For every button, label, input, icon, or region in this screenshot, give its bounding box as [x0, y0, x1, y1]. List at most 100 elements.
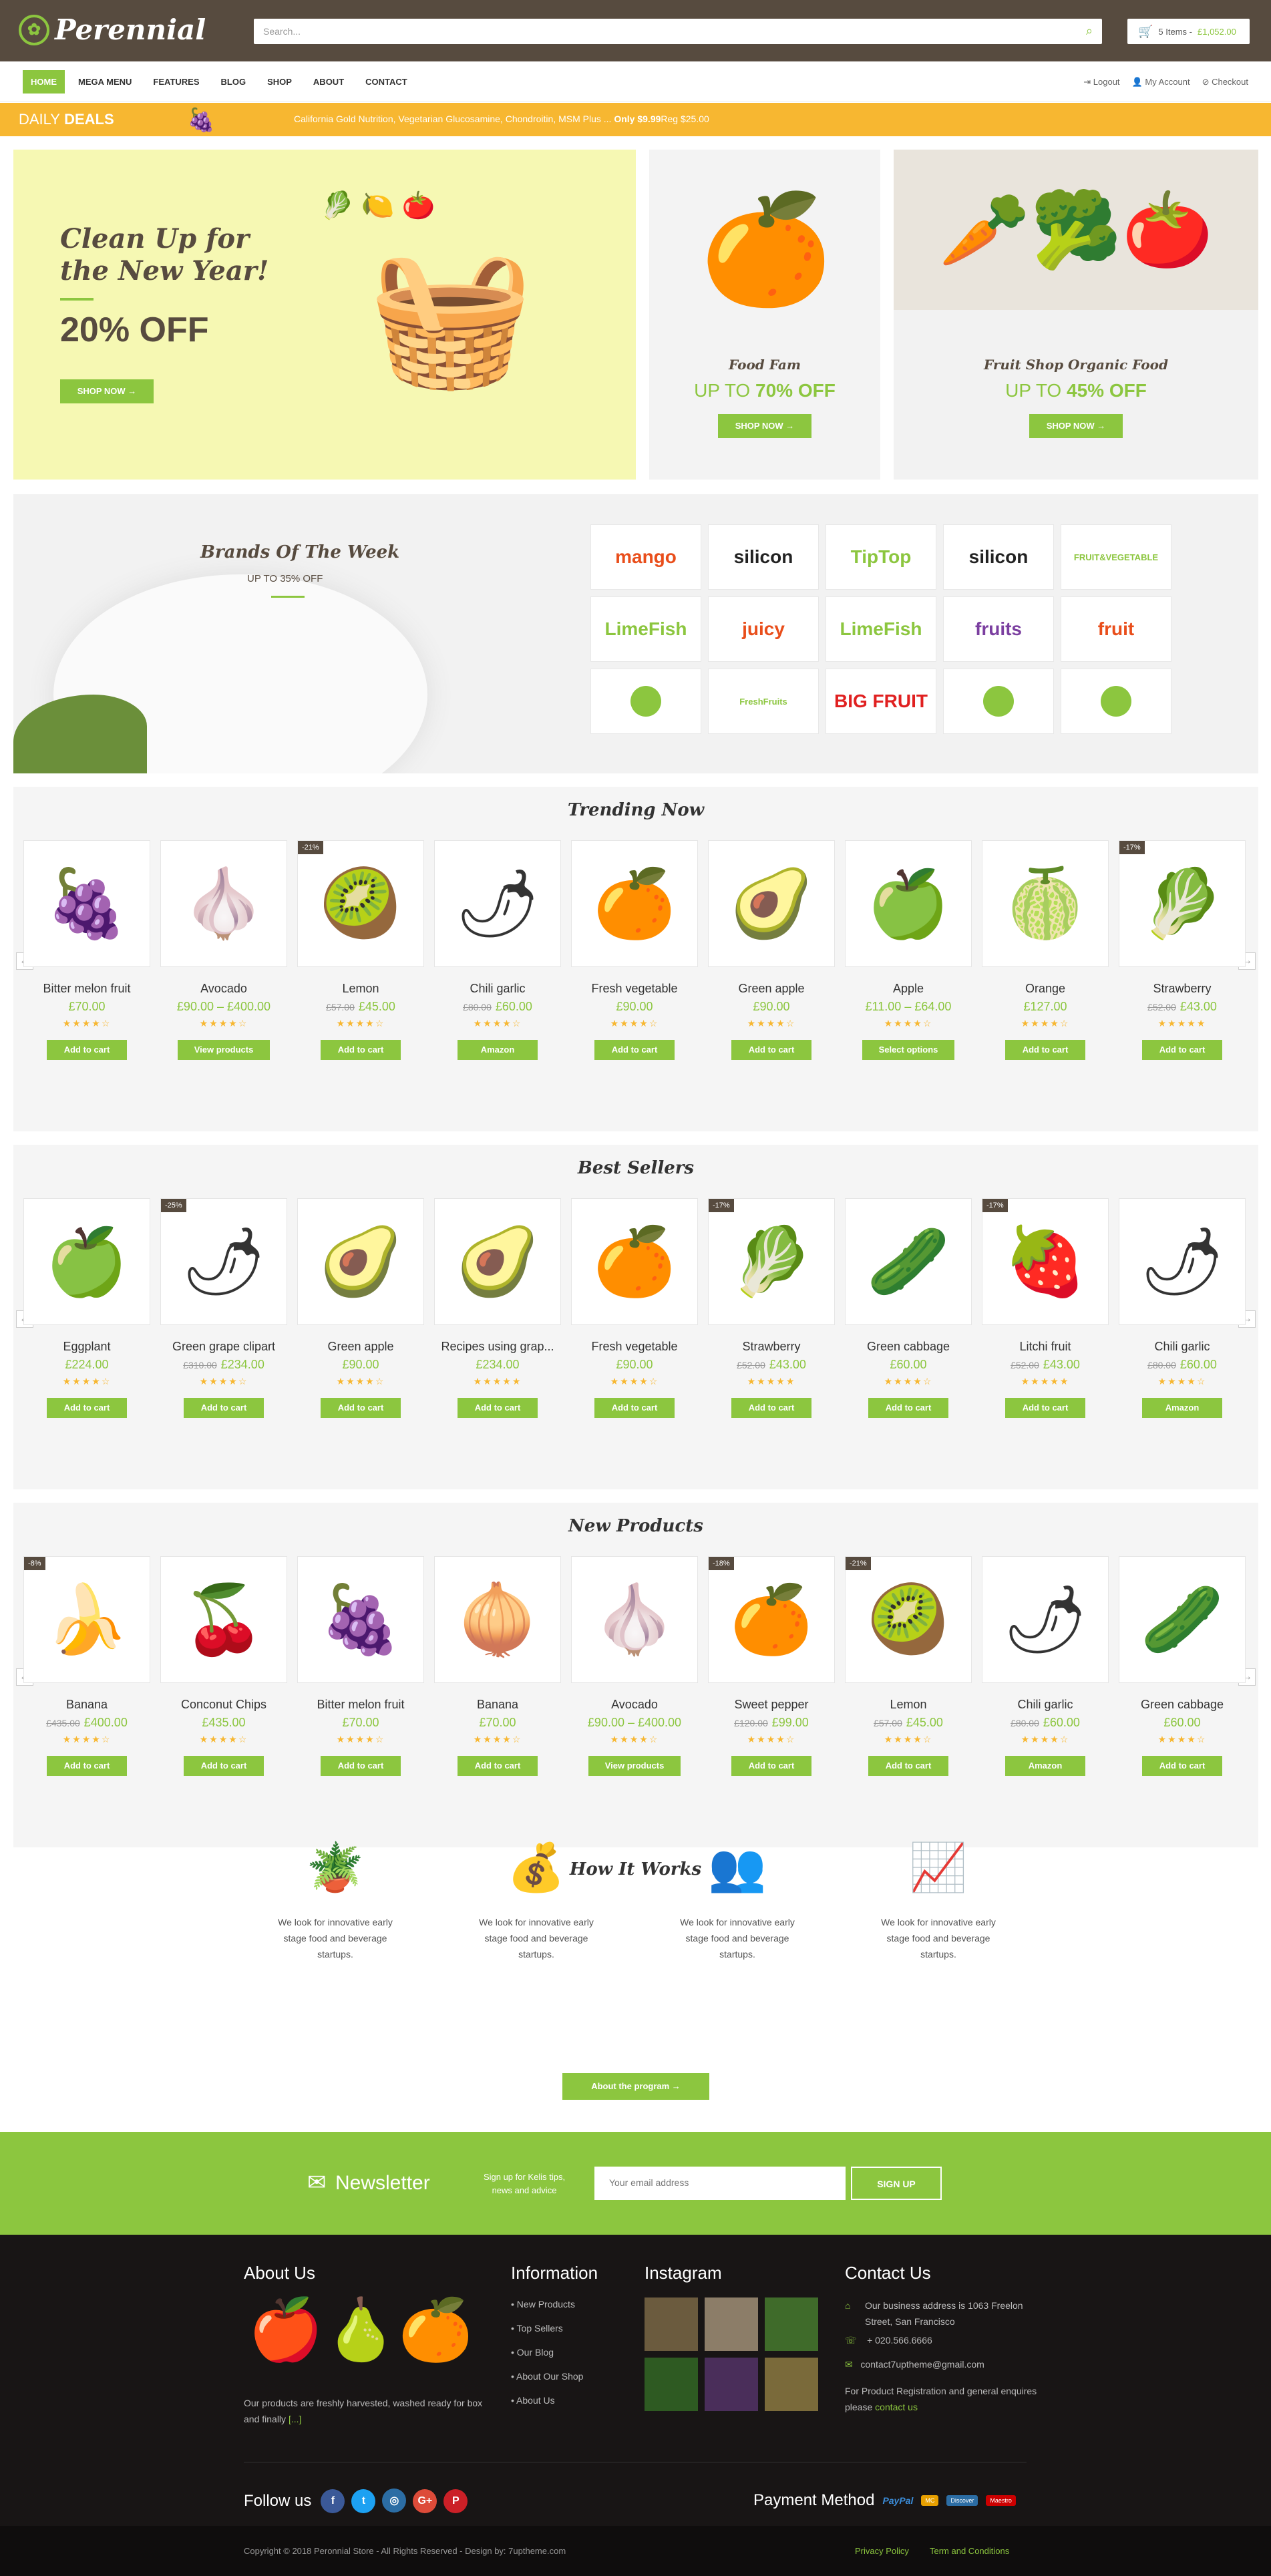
add-to-cart-button[interactable]: Add to cart — [594, 1398, 675, 1418]
product-name[interactable]: Conconut Chips — [160, 1698, 287, 1712]
add-to-cart-button[interactable]: View products — [588, 1756, 681, 1776]
logo[interactable]: ✿ Perennial — [19, 13, 206, 46]
product-card[interactable]: 🍇 Bitter melon fruit £70.00 ★★★★☆ Add to car… — [297, 1556, 424, 1776]
product-card[interactable]: 🍌 -8% Banana £435.00 £400.00 ★★★★☆ Add to cart — [23, 1556, 150, 1776]
product-image[interactable]: 🍊 — [571, 1198, 698, 1325]
shop-now-button[interactable]: SHOP NOW → — [60, 379, 154, 403]
product-image[interactable]: 🍌 -8% — [23, 1556, 150, 1683]
instagram-photo[interactable] — [765, 2358, 818, 2411]
product-name[interactable]: Chili garlic — [434, 982, 561, 996]
product-image[interactable]: 🍊 — [571, 840, 698, 967]
about-program-button[interactable]: About the program → — [562, 2073, 709, 2100]
instagram-photo[interactable] — [705, 2297, 758, 2351]
product-card[interactable]: 🥑 Recipes using grap... £234.00 ★★★★★ Add to… — [434, 1198, 561, 1418]
banner-new-year[interactable]: Clean Up for the New Year! 20% OFF SHOP N… — [13, 150, 636, 480]
shop-now-button[interactable]: SHOP NOW → — [1029, 414, 1123, 438]
instagram-icon[interactable]: ◎ — [382, 2489, 407, 2513]
product-name[interactable]: Banana — [434, 1698, 561, 1712]
add-to-cart-button[interactable]: Select options — [862, 1040, 954, 1060]
instagram-photo[interactable] — [645, 2297, 698, 2351]
add-to-cart-button[interactable]: Add to cart — [1005, 1040, 1085, 1060]
product-image[interactable]: 🥑 — [434, 1198, 561, 1325]
checkout-link[interactable]: ⊘ Checkout — [1202, 77, 1248, 87]
product-name[interactable]: Litchi fruit — [982, 1340, 1109, 1354]
product-name[interactable]: Avocado — [571, 1698, 698, 1712]
product-name[interactable]: Bitter melon fruit — [23, 982, 150, 996]
brand-logo[interactable]: TipTop — [826, 524, 936, 590]
add-to-cart-button[interactable]: Add to cart — [321, 1398, 401, 1418]
brand-logo[interactable]: BIG FRUIT — [826, 669, 936, 734]
product-name[interactable]: Banana — [23, 1698, 150, 1712]
product-card[interactable]: 🍒 Conconut Chips £435.00 ★★★★☆ Add to cart — [160, 1556, 287, 1776]
nav-item-home[interactable]: HOME — [23, 70, 65, 94]
product-card[interactable]: 🧄 Avocado £90.00 – £400.00 ★★★★☆ View produc… — [571, 1556, 698, 1776]
add-to-cart-button[interactable]: Add to cart — [868, 1756, 948, 1776]
product-name[interactable]: Green grape clipart — [160, 1340, 287, 1354]
nav-item-blog[interactable]: BLOG — [213, 70, 254, 94]
add-to-cart-button[interactable]: Add to cart — [1142, 1756, 1222, 1776]
product-name[interactable]: Apple — [845, 982, 972, 996]
product-card[interactable]: 🍊 Fresh vegetable £90.00 ★★★★☆ Add to cart — [571, 1198, 698, 1418]
product-image[interactable]: 🥑 — [708, 840, 835, 967]
product-image[interactable]: 🍊 -18% — [708, 1556, 835, 1683]
product-image[interactable]: 🍈 — [982, 840, 1109, 967]
add-to-cart-button[interactable]: Add to cart — [731, 1756, 811, 1776]
banner-food-fam[interactable]: 🍊 Food Fam UP TO 70% OFF SHOP NOW → — [649, 150, 880, 480]
product-image[interactable]: 🥬 -17% — [1119, 840, 1246, 967]
nav-item-features[interactable]: FEATURES — [145, 70, 207, 94]
contact-us-link[interactable]: contact us — [875, 2402, 918, 2412]
add-to-cart-button[interactable]: Amazon — [1005, 1756, 1085, 1776]
product-card[interactable]: 🍊 Fresh vegetable £90.00 ★★★★☆ Add to cart — [571, 840, 698, 1060]
product-card[interactable]: 🍈 Orange £127.00 ★★★★☆ Add to cart — [982, 840, 1109, 1060]
product-image[interactable]: 🥝 -21% — [845, 1556, 972, 1683]
product-card[interactable]: 🍇 Bitter melon fruit £70.00 ★★★★☆ Add to car… — [23, 840, 150, 1060]
add-to-cart-button[interactable]: Add to cart — [321, 1040, 401, 1060]
info-link[interactable]: • New Products — [511, 2292, 583, 2316]
brand-logo[interactable] — [943, 669, 1054, 734]
brand-logo[interactable]: fruits — [943, 596, 1054, 662]
product-card[interactable]: 🍏 Apple £11.00 – £64.00 ★★★★☆ Select options — [845, 840, 972, 1060]
product-card[interactable]: 🍏 Eggplant £224.00 ★★★★☆ Add to cart — [23, 1198, 150, 1418]
brand-logo[interactable]: silicon — [708, 524, 819, 590]
nav-item-shop[interactable]: SHOP — [259, 70, 300, 94]
privacy-policy-link[interactable]: Privacy Policy — [855, 2546, 909, 2556]
product-image[interactable]: 🍒 — [160, 1556, 287, 1683]
add-to-cart-button[interactable]: Add to cart — [731, 1040, 811, 1060]
product-name[interactable]: Lemon — [297, 982, 424, 996]
product-card[interactable]: 🌶 Chili garlic £80.00 £60.00 ★★★★☆ Amazon — [982, 1556, 1109, 1776]
brand-logo[interactable] — [1061, 669, 1171, 734]
product-card[interactable]: 🥒 Green cabbage £60.00 ★★★★☆ Add to cart — [845, 1198, 972, 1418]
product-image[interactable]: 🍓 -17% — [982, 1198, 1109, 1325]
product-image[interactable]: 🧄 — [571, 1556, 698, 1683]
product-name[interactable]: Lemon — [845, 1698, 972, 1712]
add-to-cart-button[interactable]: Add to cart — [47, 1398, 127, 1418]
product-name[interactable]: Green cabbage — [1119, 1698, 1246, 1712]
brand-logo[interactable] — [590, 669, 701, 734]
deals-text[interactable]: California Gold Nutrition, Vegetarian Gl… — [294, 114, 709, 124]
product-name[interactable]: Sweet pepper — [708, 1698, 835, 1712]
add-to-cart-button[interactable]: Add to cart — [458, 1398, 538, 1418]
product-card[interactable]: 🥒 Green cabbage £60.00 ★★★★☆ Add to cart — [1119, 1556, 1246, 1776]
product-card[interactable]: 🥬 -17% Strawberry £52.00 £43.00 ★★★★★ Add to c… — [1119, 840, 1246, 1060]
nav-item-mega-menu[interactable]: MEGA MENU — [70, 70, 140, 94]
brand-logo[interactable]: LimeFish — [590, 596, 701, 662]
product-image[interactable]: 🍇 — [23, 840, 150, 967]
product-image[interactable]: 🍏 — [845, 840, 972, 967]
instagram-photo[interactable] — [705, 2358, 758, 2411]
brand-logo[interactable]: mango — [590, 524, 701, 590]
cart-button[interactable]: 🛒 5 Items - £1,052.00 — [1127, 19, 1250, 44]
add-to-cart-button[interactable]: Add to cart — [1005, 1398, 1085, 1418]
add-to-cart-button[interactable]: Add to cart — [321, 1756, 401, 1776]
terms-link[interactable]: Term and Conditions — [930, 2546, 1009, 2556]
add-to-cart-button[interactable]: Add to cart — [731, 1398, 811, 1418]
product-image[interactable]: 🥒 — [845, 1198, 972, 1325]
product-name[interactable]: Strawberry — [708, 1340, 835, 1354]
product-image[interactable]: 🥝 -21% — [297, 840, 424, 967]
add-to-cart-button[interactable]: Add to cart — [184, 1398, 264, 1418]
add-to-cart-button[interactable]: Add to cart — [868, 1398, 948, 1418]
product-card[interactable]: 🌶 Chili garlic £80.00 £60.00 ★★★★☆ Amazon — [434, 840, 561, 1060]
product-name[interactable]: Strawberry — [1119, 982, 1246, 996]
instagram-photo[interactable] — [765, 2297, 818, 2351]
add-to-cart-button[interactable]: Add to cart — [47, 1756, 127, 1776]
info-link[interactable]: • About Our Shop — [511, 2364, 583, 2388]
